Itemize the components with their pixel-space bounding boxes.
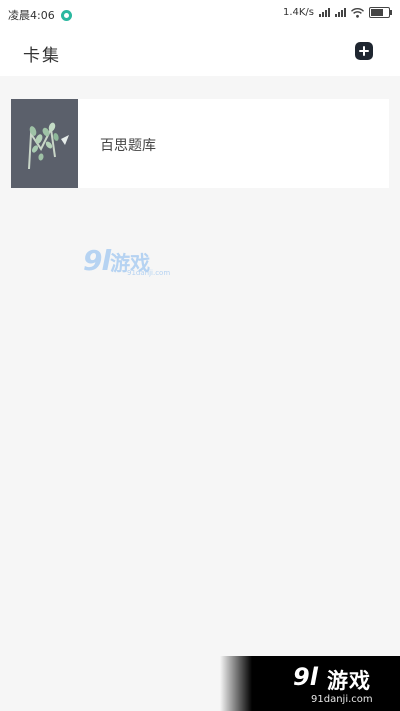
card-cover-image [11,99,78,188]
signal-strength-2-icon [335,8,346,17]
plus-icon [359,46,369,56]
notification-app-icon [60,9,72,21]
add-button[interactable] [355,42,373,60]
card-title: 百思题库 [100,138,156,154]
network-speed: 1.4K/s [282,7,314,18]
status-right: 1.4K/s [282,7,392,18]
wifi-icon [351,7,364,18]
page-title: 卡集 [23,46,61,66]
watermark-corner-url: 91danji.com [311,694,373,705]
watermark-corner-name: 游戏 [327,669,371,693]
status-bar: 凌晨4:06 1.4K/s [0,0,400,28]
watermark-corner: 9l 游戏 91danji.com [220,656,400,711]
plant-sketch-icon [28,122,69,170]
watermark-corner-logo: 9l [293,663,318,691]
watermark-logo: 9l [83,244,111,277]
status-left: 凌晨4:06 [8,7,72,23]
battery-fill [371,9,383,16]
status-time: 凌晨4:06 [8,9,55,22]
battery-icon [369,7,392,18]
card-item[interactable]: 百思题库 [11,99,389,188]
watermark-url: 91danji.com [127,269,171,277]
header: 卡集 [0,28,400,76]
signal-strength-icon [319,8,330,17]
watermark-center: 9l游戏 91danji.com [83,244,170,277]
